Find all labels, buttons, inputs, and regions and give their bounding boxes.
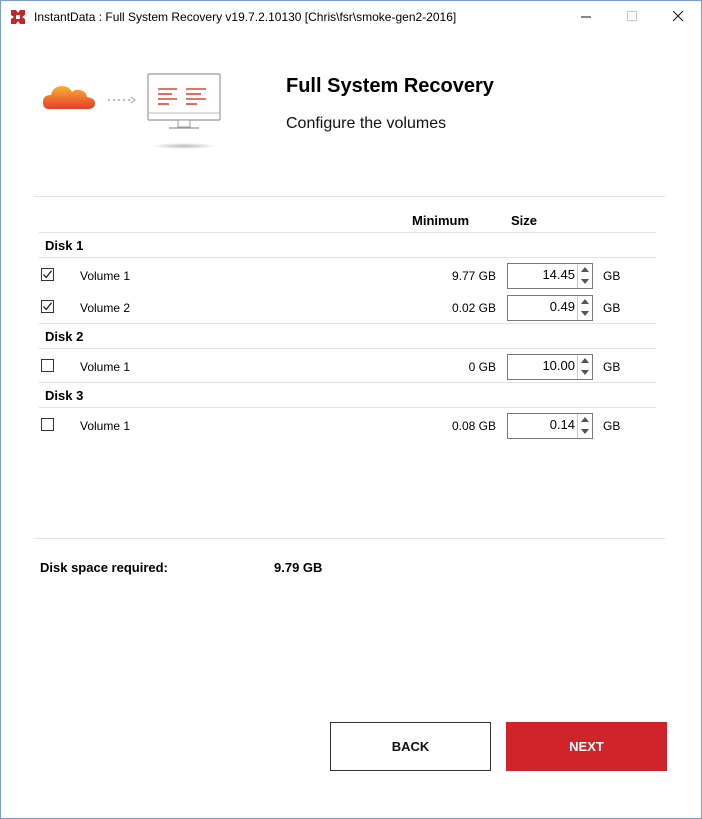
size-value[interactable]: 0.14 [550, 417, 575, 432]
transfer-dots [108, 96, 136, 104]
column-header-minimum: Minimum [412, 213, 470, 228]
volume-checkbox[interactable] [41, 300, 54, 313]
next-button[interactable]: NEXT [506, 722, 667, 771]
volume-row: Volume 2 0.02 GB 0.49 GB [1, 295, 701, 322]
volume-label: Volume 2 [80, 301, 131, 315]
page-subtitle: Configure the volumes [286, 115, 447, 132]
close-button[interactable] [655, 1, 701, 32]
size-unit: GB [603, 360, 621, 374]
close-icon [673, 11, 684, 22]
app-logo-icon [11, 10, 25, 24]
arrow-up-icon [581, 358, 589, 363]
size-value[interactable]: 10.00 [542, 358, 575, 373]
row-divider [39, 348, 656, 349]
volume-checkbox[interactable] [41, 268, 54, 281]
checkmark-icon [43, 270, 52, 279]
volume-label: Volume 1 [80, 269, 131, 283]
size-spinbox[interactable]: 0.49 [507, 295, 593, 321]
size-spinbox[interactable]: 0.14 [507, 413, 593, 439]
spin-up-button[interactable] [578, 414, 592, 426]
disk-header: Disk 3 [45, 388, 84, 403]
spin-up-button[interactable] [578, 296, 592, 308]
volume-minimum: 0.08 GB [451, 419, 496, 433]
disk-space-label: Disk space required: [40, 560, 168, 575]
volume-checkbox[interactable] [41, 359, 54, 372]
arrow-down-icon [581, 370, 589, 375]
size-unit: GB [603, 269, 621, 283]
row-divider [39, 382, 656, 383]
summary-divider [34, 538, 665, 539]
size-spinbox[interactable]: 14.45 [507, 263, 593, 289]
spin-up-button[interactable] [578, 355, 592, 367]
arrow-up-icon [581, 267, 589, 272]
disk-header: Disk 2 [45, 329, 84, 344]
window-title: InstantData : Full System Recovery v19.7… [34, 10, 457, 24]
size-value[interactable]: 0.49 [550, 299, 575, 314]
disk-space-value: 9.79 GB [274, 560, 323, 575]
minimize-button[interactable] [563, 1, 609, 32]
recovery-window: InstantData : Full System Recovery v19.7… [0, 0, 702, 819]
arrow-up-icon [581, 417, 589, 422]
volume-row: Volume 1 0.08 GB 0.14 GB [1, 413, 701, 440]
volume-label: Volume 1 [80, 419, 131, 433]
arrow-down-icon [581, 429, 589, 434]
row-divider [39, 323, 656, 324]
size-value[interactable]: 14.45 [542, 267, 575, 282]
spin-up-button[interactable] [578, 264, 592, 276]
volume-minimum: 9.77 GB [451, 269, 496, 283]
cloud-icon [43, 86, 95, 109]
size-unit: GB [603, 419, 621, 433]
spin-down-button[interactable] [578, 367, 592, 379]
title-bar[interactable]: InstantData : Full System Recovery v19.7… [1, 1, 701, 32]
arrow-down-icon [581, 279, 589, 284]
size-spinbox[interactable]: 10.00 [507, 354, 593, 380]
spin-down-button[interactable] [578, 426, 592, 438]
table-header-divider [39, 232, 656, 233]
monitor-icon [147, 73, 221, 149]
maximize-button[interactable] [609, 1, 655, 32]
header-illustration [41, 73, 231, 153]
arrow-up-icon [581, 299, 589, 304]
volume-minimum: 0 GB [468, 360, 496, 374]
back-button[interactable]: BACK [330, 722, 491, 771]
size-unit: GB [603, 301, 621, 315]
volume-checkbox[interactable] [41, 418, 54, 431]
minimize-icon [581, 16, 591, 18]
maximize-icon [627, 11, 637, 21]
disk-header: Disk 1 [45, 238, 84, 253]
volume-row: Volume 1 9.77 GB 14.45 GB [1, 263, 701, 290]
checkmark-icon [43, 302, 52, 311]
header-divider [34, 196, 665, 197]
arrow-down-icon [581, 311, 589, 316]
page-title: Full System Recovery [286, 75, 494, 97]
row-divider [39, 407, 656, 408]
row-divider [39, 257, 656, 258]
spin-down-button[interactable] [578, 276, 592, 288]
volume-label: Volume 1 [80, 360, 131, 374]
column-header-size: Size [511, 213, 538, 228]
volume-row: Volume 1 0 GB 10.00 GB [1, 354, 701, 381]
volume-minimum: 0.02 GB [451, 301, 496, 315]
spin-down-button[interactable] [578, 308, 592, 320]
